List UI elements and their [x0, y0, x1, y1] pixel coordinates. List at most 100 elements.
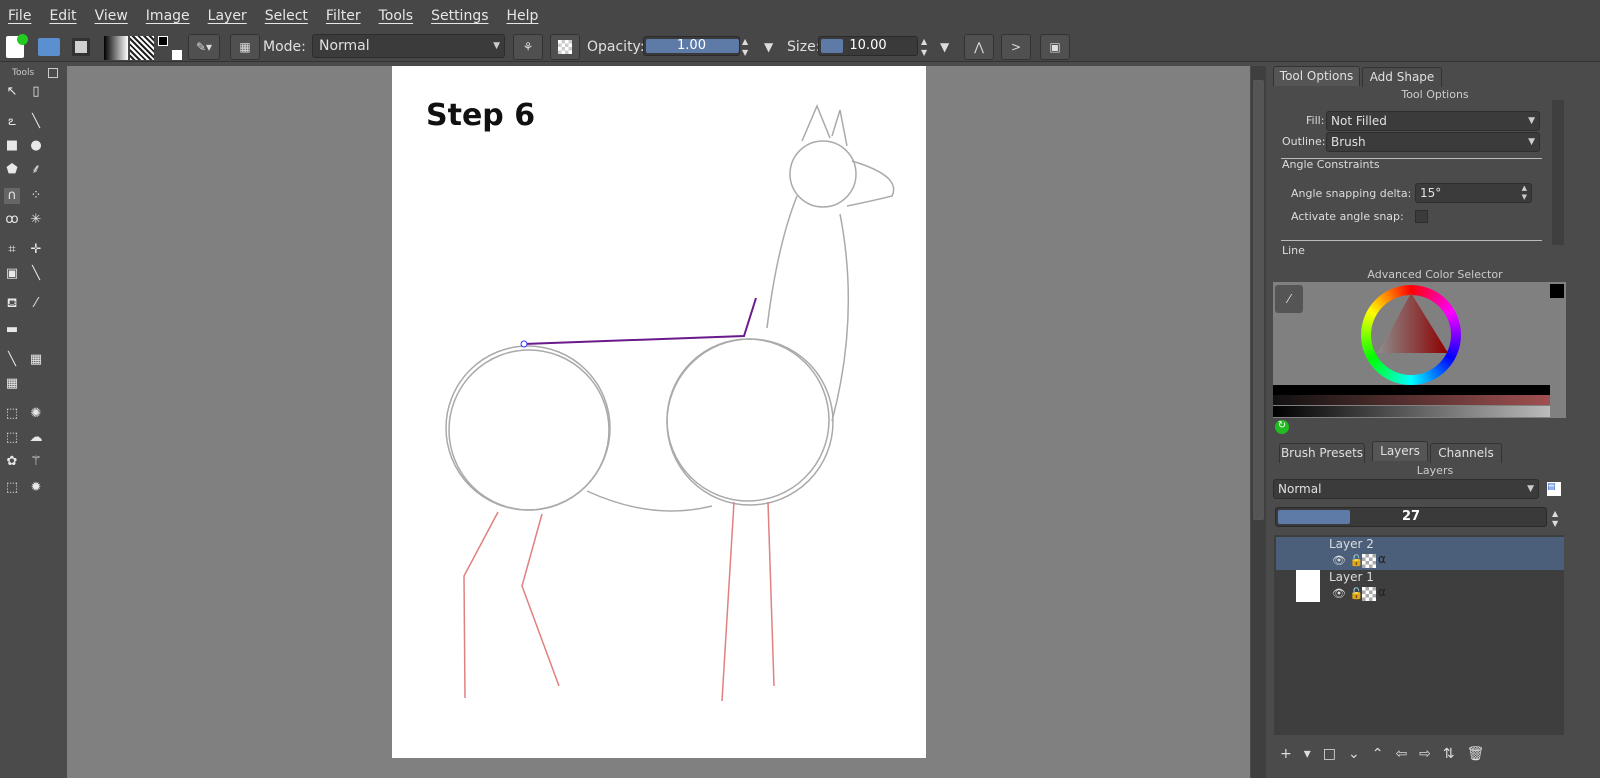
brush-tool-icon[interactable]: ╲ — [28, 114, 44, 130]
magic-wand-icon[interactable]: ⚚ — [28, 454, 44, 470]
save-icon[interactable] — [72, 38, 90, 56]
contiguous-select-icon[interactable]: ✿ — [4, 454, 20, 470]
fill-value: Not Filled — [1331, 114, 1387, 128]
opacity-dropdown-icon[interactable]: ▼ — [764, 40, 773, 54]
mirror-vertical-icon: > — [1010, 40, 1022, 54]
color-picker-icon[interactable]: ⁄ — [28, 296, 44, 312]
workspace-button[interactable]: ▣ — [1040, 34, 1070, 60]
layer-properties-icon[interactable]: ▤ — [1547, 482, 1561, 496]
alpha-inherit-icon[interactable]: α — [1378, 552, 1386, 566]
tab-channels[interactable]: Channels — [1430, 443, 1502, 463]
color-strip[interactable] — [1273, 385, 1550, 395]
fill-dropdown[interactable]: Not Filled ▼ — [1326, 111, 1540, 131]
size-dropdown-icon[interactable]: ▼ — [940, 40, 949, 54]
refresh-icon[interactable]: ↻ — [1275, 420, 1289, 434]
menu-filter[interactable]: Filter — [326, 8, 361, 24]
transform-tool-icon[interactable]: ▣ — [4, 266, 20, 282]
path-tool-icon[interactable]: ⁘ — [28, 188, 44, 204]
bezier-select-icon[interactable]: ⬚ — [4, 480, 20, 496]
brush-settings-button[interactable]: ▦ — [230, 34, 260, 60]
measure-tool-icon[interactable]: ╲ — [28, 266, 44, 282]
tab-tool-options[interactable]: Tool Options — [1273, 66, 1360, 86]
polygon-tool-icon[interactable]: ⬟ — [4, 162, 20, 178]
brush-preset-button[interactable]: ✎▾ — [188, 34, 220, 60]
path-handle[interactable] — [520, 340, 528, 348]
color-swap-icon[interactable] — [158, 36, 182, 60]
preserve-alpha-button[interactable] — [550, 34, 580, 60]
pattern-selector-icon[interactable] — [130, 36, 154, 60]
canvas-page[interactable]: Step 6 — [392, 66, 926, 758]
ellipse-tool-icon[interactable]: ● — [28, 138, 44, 154]
rect-select-icon[interactable]: ⬚ — [4, 406, 20, 422]
mirror-horizontal-button[interactable]: ⋀ — [964, 34, 994, 60]
alpha-inherit-icon[interactable]: α — [1378, 585, 1386, 599]
calligraphy-tool-icon[interactable]: ఽ — [4, 114, 20, 130]
menu-settings[interactable]: Settings — [431, 8, 488, 24]
size-spinner[interactable]: ▲ ▼ — [921, 36, 927, 58]
layer-opacity-slider[interactable]: 27 — [1275, 507, 1547, 527]
gradient-selector-icon[interactable] — [104, 36, 128, 60]
color-strip[interactable] — [1273, 395, 1550, 405]
opacity-spinner[interactable]: ▲ ▼ — [742, 36, 748, 58]
tool-options-scrollbar[interactable] — [1552, 100, 1564, 245]
multibrush-icon[interactable]: ✳ — [28, 212, 44, 228]
canvas-vertical-scrollbar[interactable] — [1251, 66, 1266, 778]
menu-file[interactable]: File — [8, 8, 31, 24]
dynamic-brush-icon[interactable]: ꝏ — [4, 212, 20, 228]
eyedropper-icon[interactable]: ⁄ — [1275, 285, 1303, 313]
crop-tool-icon[interactable]: ⌗ — [4, 242, 20, 258]
new-document-icon[interactable] — [6, 34, 28, 58]
spinner-icon: ▲ ▼ — [1521, 184, 1527, 201]
ellipse-select-icon[interactable]: ✺ — [28, 406, 44, 422]
mirror-vertical-button[interactable]: > — [1001, 34, 1031, 60]
size-slider[interactable]: 10.00 — [818, 36, 918, 56]
opacity-value: 1.00 — [677, 38, 706, 53]
blend-mode-dropdown[interactable]: Normal ▼ — [312, 34, 505, 58]
eraser-mode-button[interactable]: ⚘ — [513, 34, 543, 60]
tab-add-shape[interactable]: Add Shape — [1362, 67, 1442, 87]
opacity-slider[interactable]: 1.00 — [643, 36, 740, 56]
layer-row-layer-1[interactable]: Layer 1 👁 🔓 α — [1276, 570, 1564, 603]
visibility-eye-icon[interactable]: 👁 🔓 — [1332, 587, 1363, 600]
activate-snap-checkbox[interactable] — [1415, 210, 1428, 223]
layer-blend-mode-dropdown[interactable]: Normal ▼ — [1273, 479, 1539, 499]
color-strip[interactable] — [1273, 406, 1550, 417]
gradient-tool-icon[interactable]: ▬ — [4, 322, 20, 338]
menu-layer[interactable]: Layer — [208, 8, 247, 24]
menu-edit[interactable]: Edit — [49, 8, 76, 24]
layer-row-layer-2[interactable]: Layer 2 👁 🔓 α — [1276, 537, 1564, 570]
move-tool-icon[interactable]: ✛ — [28, 242, 44, 258]
layer-thumbnail — [1296, 570, 1320, 602]
tab-brush-presets[interactable]: Brush Presets — [1279, 443, 1365, 463]
saturation-value-triangle[interactable] — [1378, 293, 1448, 355]
visibility-eye-icon[interactable]: 👁 🔓 — [1332, 554, 1363, 567]
tab-layers[interactable]: Layers — [1372, 441, 1428, 461]
menu-select[interactable]: Select — [265, 8, 308, 24]
perspective-grid-icon[interactable]: ▦ — [28, 352, 44, 368]
ruler-tool-icon[interactable]: ╲ — [4, 352, 20, 368]
layer-opacity-spinner[interactable]: ▲ ▼ — [1552, 509, 1558, 529]
menu-view[interactable]: View — [95, 8, 128, 24]
alpha-lock-icon[interactable] — [1362, 587, 1376, 601]
polygon-select-icon[interactable]: ⬚ — [4, 430, 20, 446]
outline-select-icon[interactable]: ☁ — [28, 430, 44, 446]
float-icon[interactable] — [48, 68, 58, 78]
grid-tool-icon[interactable]: ▦ — [4, 376, 20, 392]
menu-tools[interactable]: Tools — [379, 8, 414, 24]
text-tool-icon[interactable]: ▯ — [28, 84, 44, 100]
layer-actions-bar[interactable]: +▾□⌄⌃⇦⇨⇅🗑 — [1280, 746, 1496, 762]
snap-delta-spinbox[interactable]: 15° ▲ ▼ — [1415, 183, 1532, 203]
bezier-tool-icon[interactable]: ∩ — [4, 188, 20, 204]
select-tool-icon[interactable]: ↖ — [4, 84, 20, 100]
fill-tool-icon[interactable]: ⛾ — [4, 296, 20, 312]
freehand-path-tool-icon[interactable]: ⸙ — [28, 162, 44, 178]
alpha-lock-icon[interactable] — [1362, 554, 1376, 568]
rectangle-tool-icon[interactable]: ■ — [4, 138, 20, 154]
open-document-icon[interactable] — [38, 38, 60, 56]
outline-dropdown[interactable]: Brush ▼ — [1326, 132, 1540, 152]
current-color-swatch[interactable] — [1550, 284, 1564, 298]
menu-help[interactable]: Help — [507, 8, 539, 24]
layer-blend-mode-value: Normal — [1278, 482, 1322, 496]
menu-image[interactable]: Image — [146, 8, 190, 24]
similar-select-icon[interactable]: ✹ — [28, 480, 44, 496]
